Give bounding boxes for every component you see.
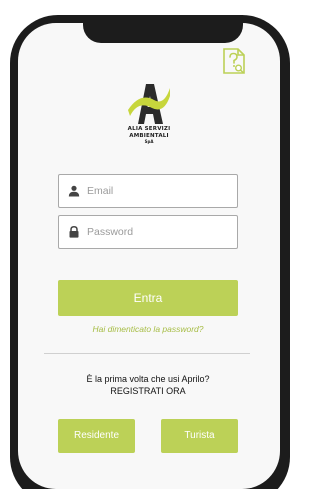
brand-line-2: AMBIENTALI — [129, 132, 169, 139]
lock-icon — [69, 226, 79, 238]
first-time-prompt: È la prima volta che usi Aprilo? — [86, 374, 210, 384]
tourist-button[interactable]: Turista — [161, 419, 238, 453]
login-button[interactable]: Entra — [58, 280, 238, 316]
resident-button[interactable]: Residente — [58, 419, 135, 453]
register-now-link[interactable]: REGISTRATI ORA — [40, 386, 256, 397]
help-document-icon[interactable] — [221, 47, 247, 75]
forgot-password-link[interactable]: Hai dimenticato la password? — [40, 324, 256, 334]
brand-line-1: ALIA SERVIZI — [127, 126, 171, 132]
user-icon — [68, 185, 80, 197]
brand-wordmark: ALIA SERVIZI AMBIENTALI SpA — [108, 126, 190, 144]
password-field[interactable] — [58, 215, 238, 249]
email-field[interactable] — [58, 174, 238, 208]
email-input[interactable] — [87, 175, 233, 207]
password-input[interactable] — [87, 216, 233, 248]
divider — [44, 353, 250, 354]
alia-logo-icon — [128, 84, 170, 124]
phone-notch — [83, 15, 243, 43]
brand-line-3: SpA — [144, 139, 154, 145]
